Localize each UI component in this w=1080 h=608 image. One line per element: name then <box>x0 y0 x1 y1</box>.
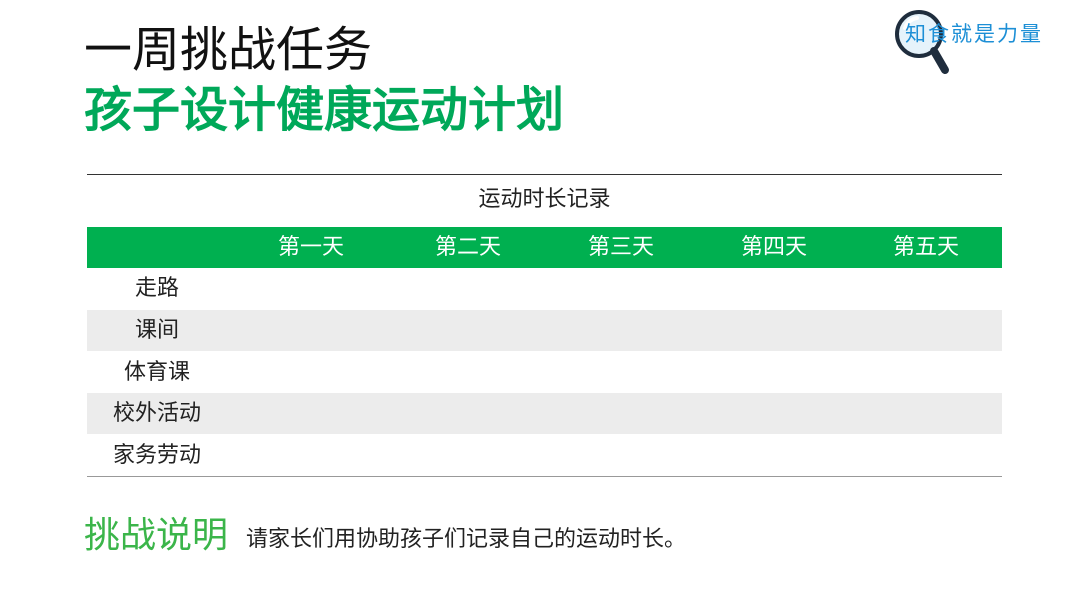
table-top-rule <box>87 174 1002 175</box>
table-caption: 运动时长记录 <box>478 187 611 212</box>
table-row: 校外活动 <box>87 393 1002 434</box>
table-row: 走路 <box>87 268 1002 309</box>
table-header-row: 第一天 第二天 第三天 第四天 第五天 <box>87 227 1002 268</box>
brand-logo: 知食就是力量 <box>893 6 1068 76</box>
row-label: 课间 <box>134 318 179 343</box>
table-row: 体育课 <box>87 352 1002 393</box>
logo-text: 知食就是力量 <box>905 22 1043 46</box>
row-label: 家务劳动 <box>112 443 201 468</box>
column-header: 第一天 <box>277 235 344 260</box>
challenge-label: 挑战说明 <box>84 515 229 556</box>
column-header: 第五天 <box>892 235 959 260</box>
column-header: 第二天 <box>434 235 501 260</box>
row-label: 体育课 <box>123 360 190 385</box>
row-label: 走路 <box>134 276 179 301</box>
table-row: 课间 <box>87 310 1002 351</box>
column-header: 第四天 <box>740 235 807 260</box>
page-title: 一周挑战任务 <box>84 22 373 78</box>
row-label: 校外活动 <box>112 401 201 426</box>
column-header: 第三天 <box>587 235 654 260</box>
table-row: 家务劳动 <box>87 435 1002 476</box>
page-subtitle: 孩子设计健康运动计划 <box>84 82 565 138</box>
challenge-text: 请家长们用协助孩子们记录自己的运动时长。 <box>246 527 687 552</box>
table-bottom-rule <box>87 476 1002 477</box>
